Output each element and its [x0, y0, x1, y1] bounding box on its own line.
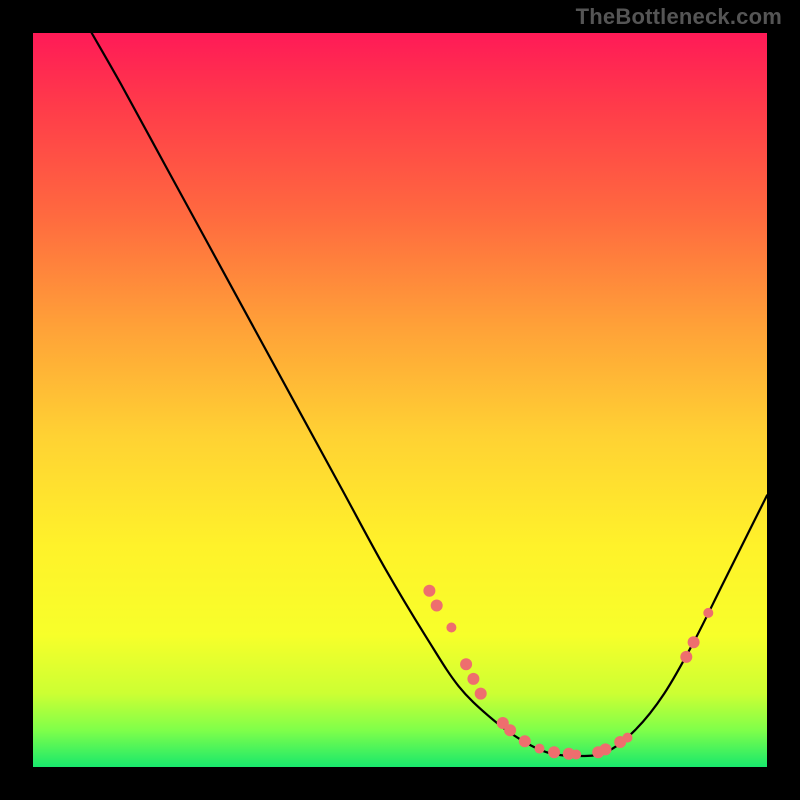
curve-marker [475, 688, 487, 700]
curve-marker [504, 724, 516, 736]
curve-marker [519, 735, 531, 747]
curve-markers [423, 585, 713, 760]
curve-marker [688, 636, 700, 648]
curve-marker [446, 623, 456, 633]
curve-marker [703, 608, 713, 618]
curve-marker [548, 746, 560, 758]
chart-stage: TheBottleneck.com [0, 0, 800, 800]
curve-marker [535, 744, 545, 754]
curve-marker [571, 750, 581, 760]
curve-marker [431, 600, 443, 612]
curve-marker [423, 585, 435, 597]
curve-marker [467, 673, 479, 685]
curve-marker [623, 733, 633, 743]
bottleneck-curve [92, 33, 767, 756]
watermark-text: TheBottleneck.com [576, 4, 782, 30]
plot-area [33, 33, 767, 767]
curve-marker [600, 743, 612, 755]
curve-marker [460, 658, 472, 670]
curve-marker [680, 651, 692, 663]
chart-svg [33, 33, 767, 767]
